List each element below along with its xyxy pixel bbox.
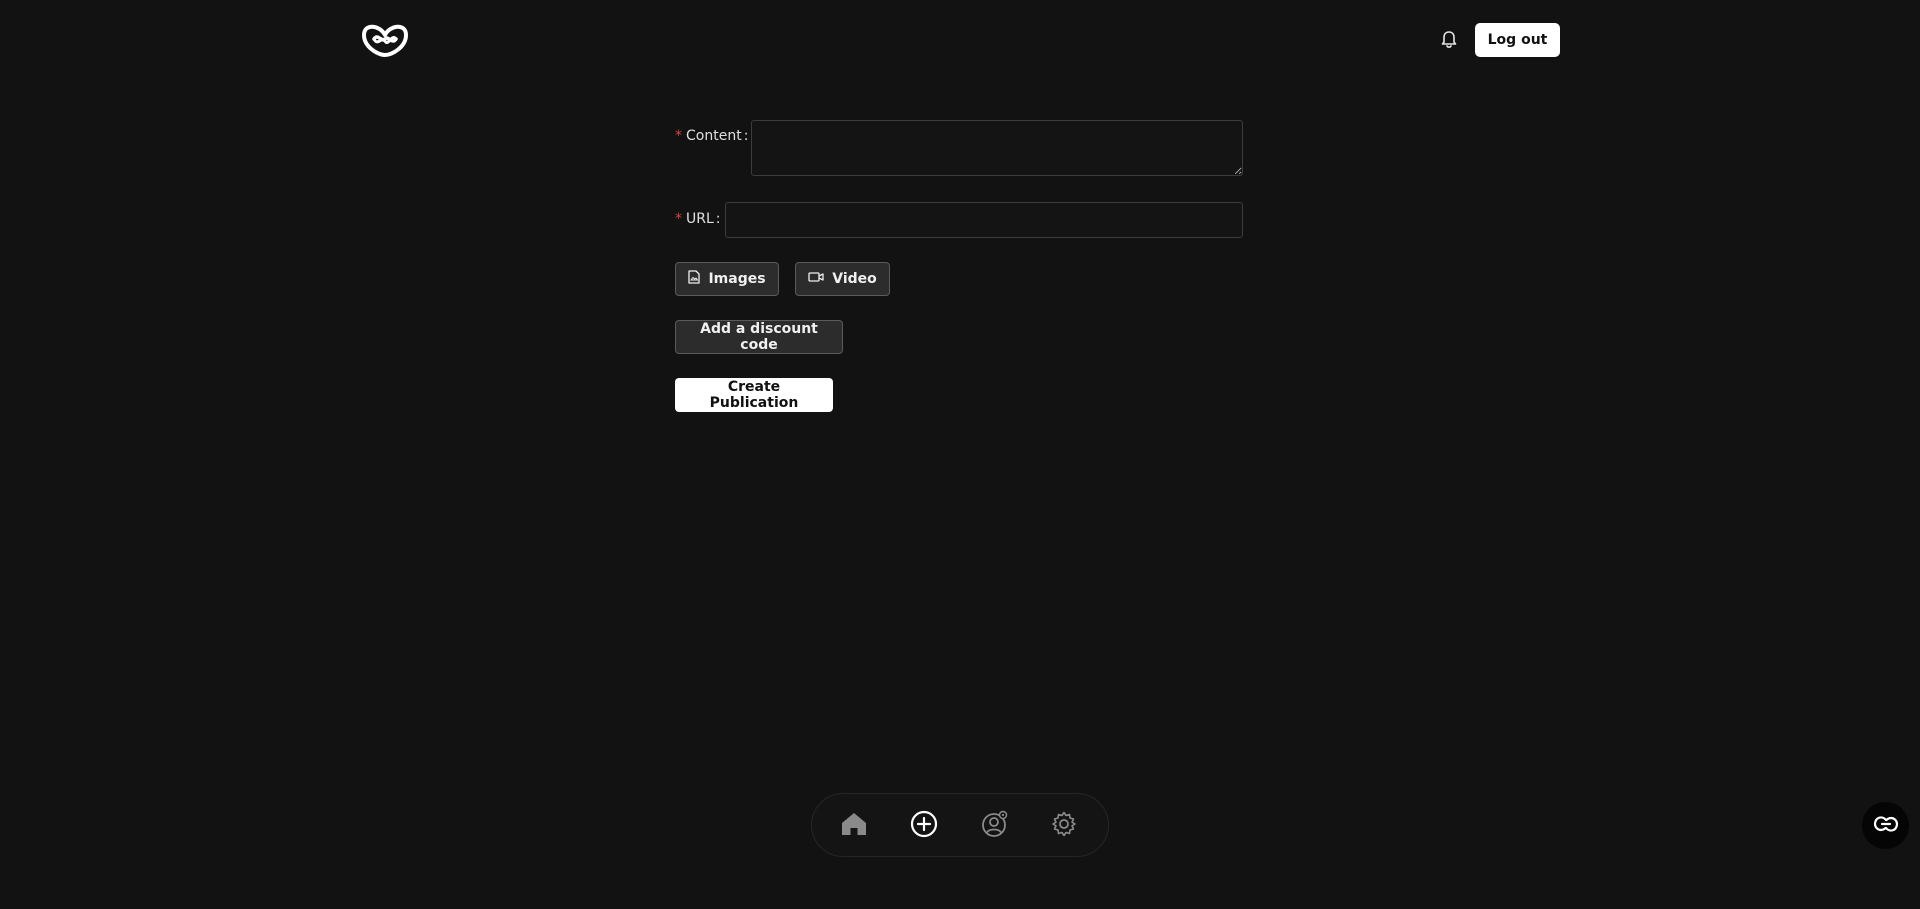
nav-create[interactable] <box>908 810 940 842</box>
video-button[interactable]: Video <box>795 262 890 296</box>
url-label: * URL: <box>675 211 721 227</box>
logout-button[interactable]: Log out <box>1475 23 1560 57</box>
required-mark: * <box>675 128 682 144</box>
url-input[interactable] <box>725 202 1243 238</box>
user-settings-icon <box>980 810 1008 842</box>
page: Log out * Content: * URL: Images Video A… <box>0 0 1920 909</box>
images-button[interactable]: Images <box>675 262 779 296</box>
nav-home[interactable] <box>838 810 870 842</box>
content-label: * Content: <box>675 128 749 144</box>
add-discount-code-button[interactable]: Add a discount code <box>675 320 843 354</box>
video-button-label: Video <box>832 271 877 287</box>
chat-link-icon <box>1873 815 1899 837</box>
gear-icon <box>1050 810 1078 842</box>
nav-settings[interactable] <box>1048 810 1080 842</box>
file-image-icon <box>688 270 701 288</box>
plus-circle-icon <box>910 810 938 842</box>
content-textarea[interactable] <box>751 120 1243 176</box>
bottom-nav-bar <box>811 793 1109 857</box>
brand-logo-icon[interactable] <box>360 20 410 60</box>
chat-link-button[interactable] <box>1862 802 1909 849</box>
video-icon <box>808 271 824 287</box>
home-icon <box>840 811 868 841</box>
required-mark: * <box>675 211 682 227</box>
create-publication-button[interactable]: Create Publication <box>675 378 833 412</box>
nav-profile[interactable] <box>978 810 1010 842</box>
bell-icon[interactable] <box>1440 29 1458 49</box>
images-button-label: Images <box>708 271 766 287</box>
